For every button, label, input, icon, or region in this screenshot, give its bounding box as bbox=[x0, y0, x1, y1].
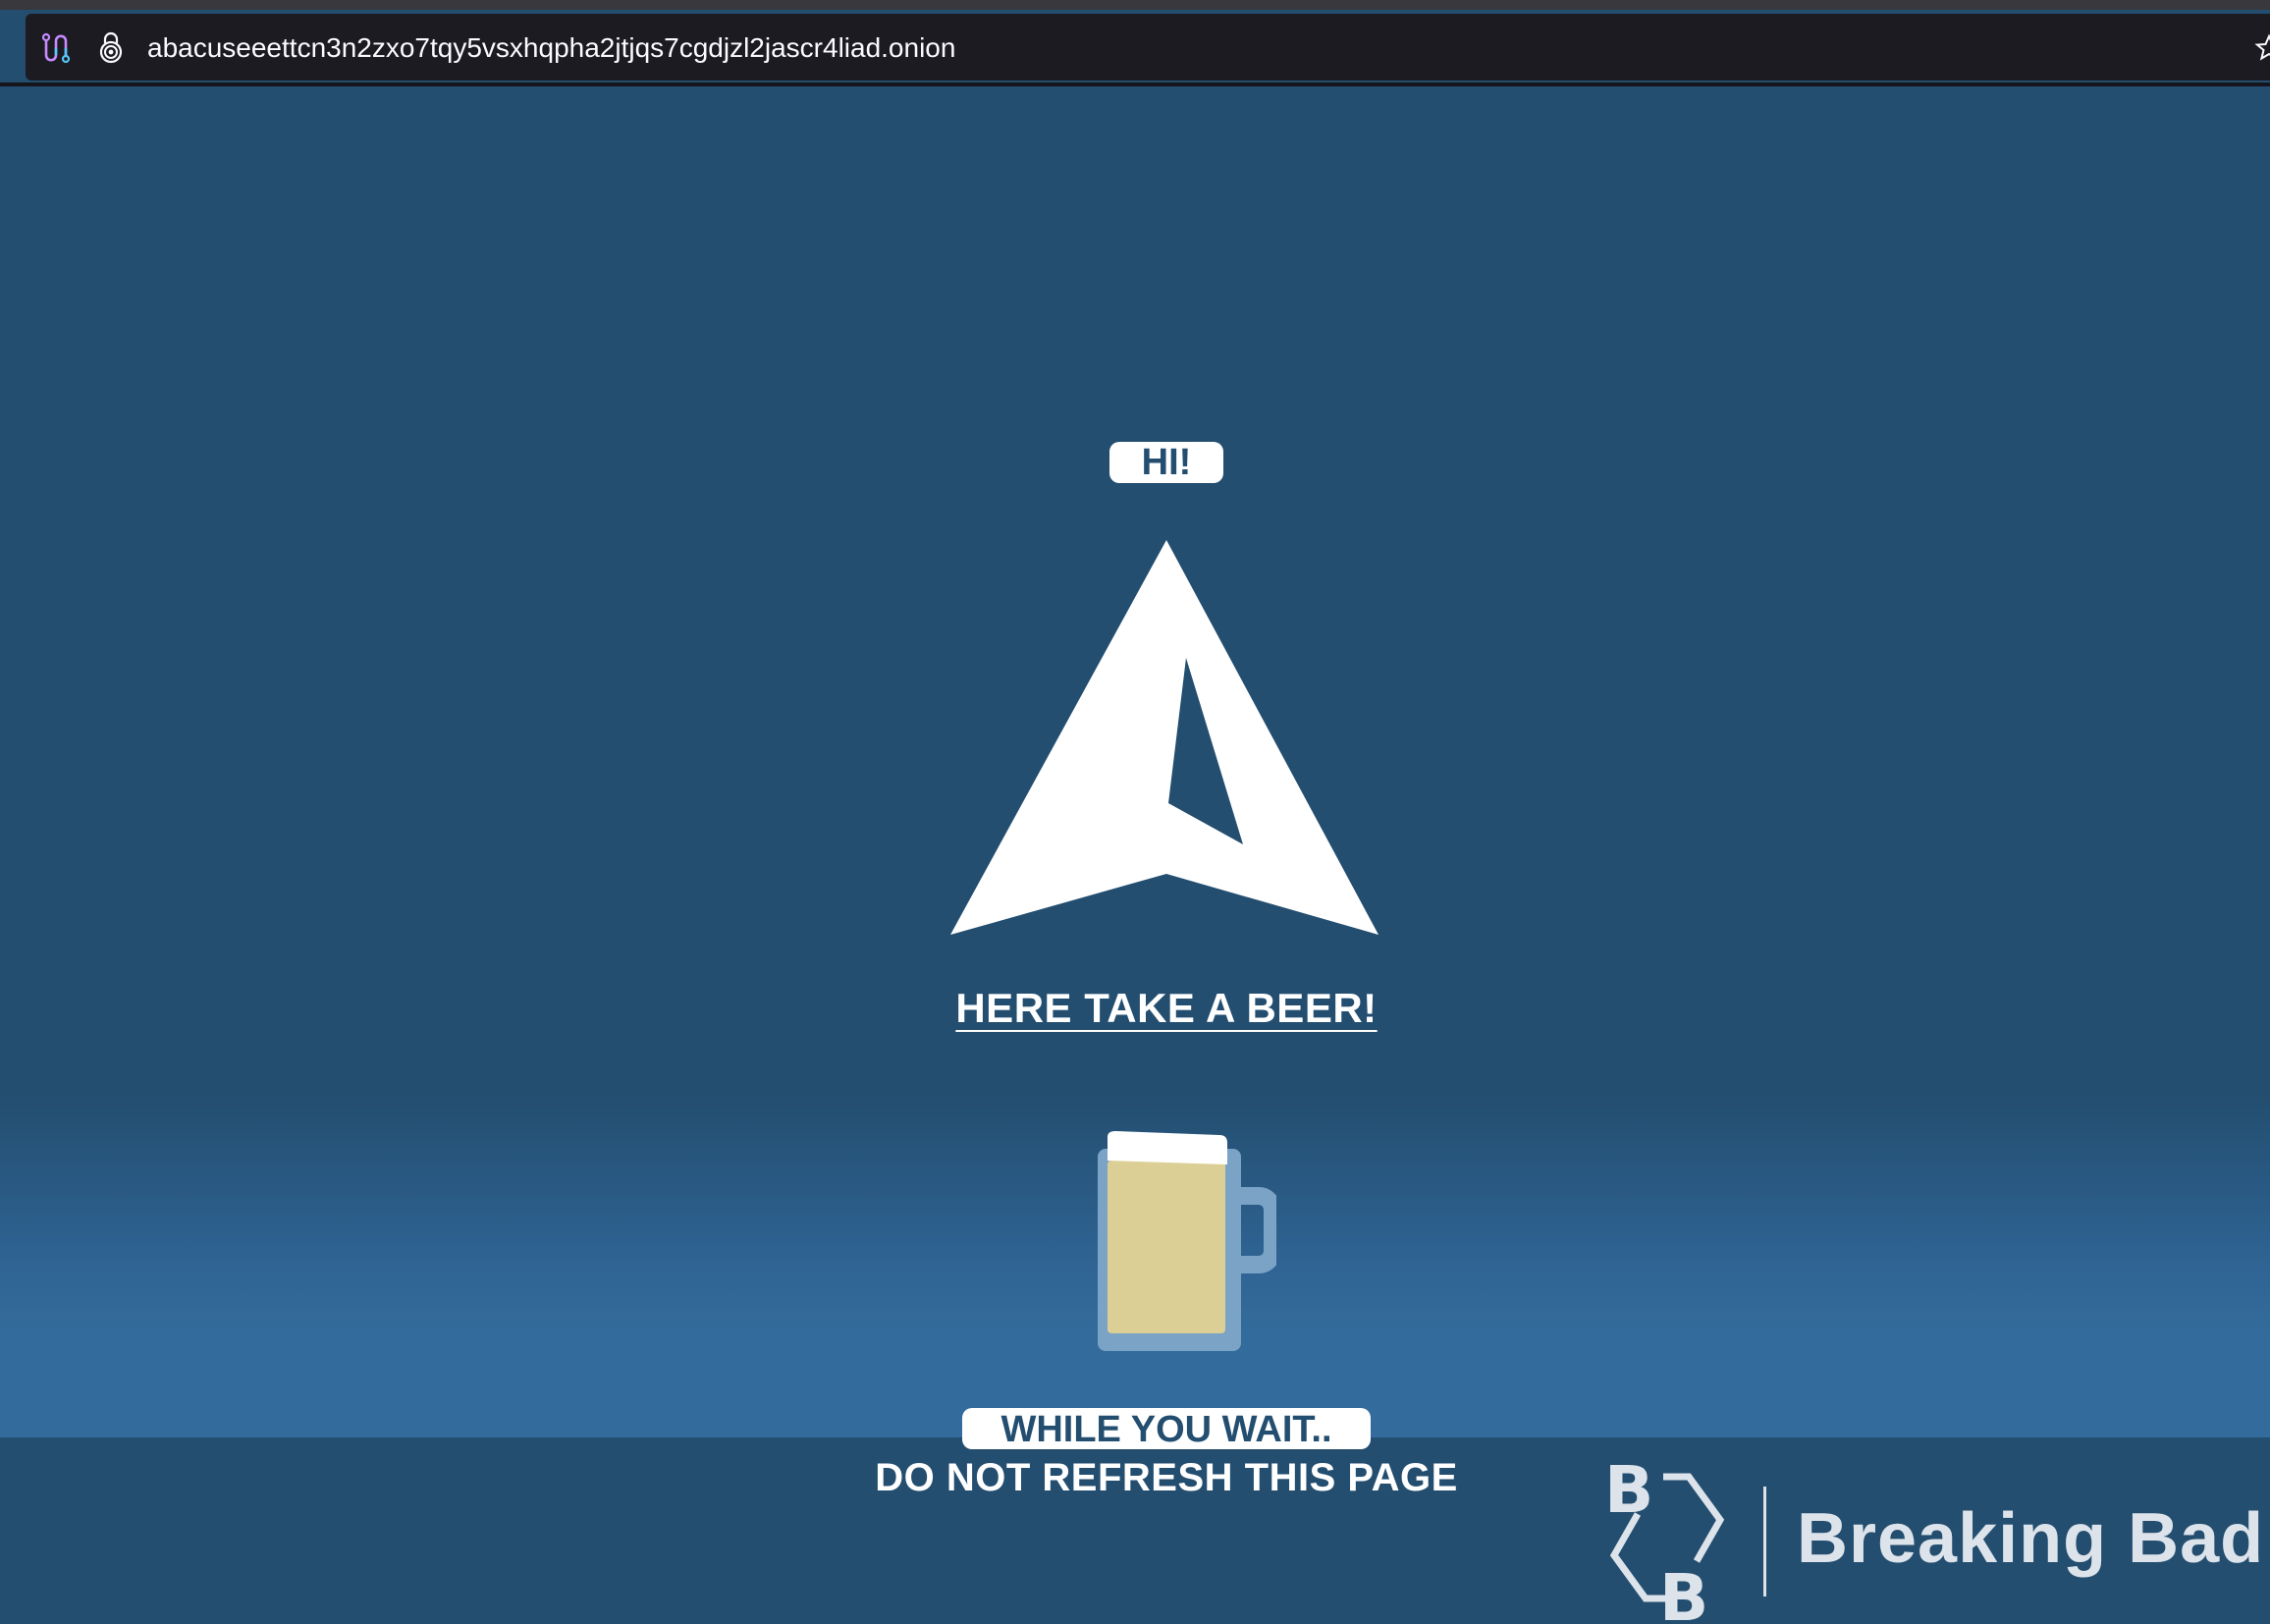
page-content: HI! HERE TAKE A BEER! WHILE YOU WAIT.. D… bbox=[0, 86, 2270, 1624]
breaking-bad-watermark-text: Breaking Bad bbox=[1797, 1499, 2265, 1578]
svg-text:B: B bbox=[1604, 1452, 1653, 1528]
greeting-badge: HI! bbox=[1109, 442, 1223, 483]
breaking-bad-watermark-icon: B B bbox=[1604, 1452, 1725, 1624]
beer-mug-icon[interactable] bbox=[1094, 1131, 1276, 1351]
beer-link-row: HERE TAKE A BEER! bbox=[0, 982, 2270, 1035]
wait-badge: WHILE YOU WAIT.. bbox=[962, 1408, 1371, 1450]
svg-text:B: B bbox=[1659, 1560, 1708, 1624]
bookmark-star-icon[interactable] bbox=[2254, 33, 2270, 63]
watermark-divider bbox=[1763, 1487, 1766, 1597]
beer-link[interactable]: HERE TAKE A BEER! bbox=[955, 985, 1377, 1031]
onion-lock-icon[interactable] bbox=[94, 31, 128, 65]
browser-top-strip bbox=[0, 0, 2270, 10]
address-bar-url[interactable]: abacuseeettcn3n2zxo7tqy5vsxhqpha2jtjqs7c… bbox=[147, 29, 955, 67]
arrowhead-logo-icon bbox=[950, 540, 1378, 935]
tor-circuit-icon[interactable] bbox=[39, 31, 73, 65]
